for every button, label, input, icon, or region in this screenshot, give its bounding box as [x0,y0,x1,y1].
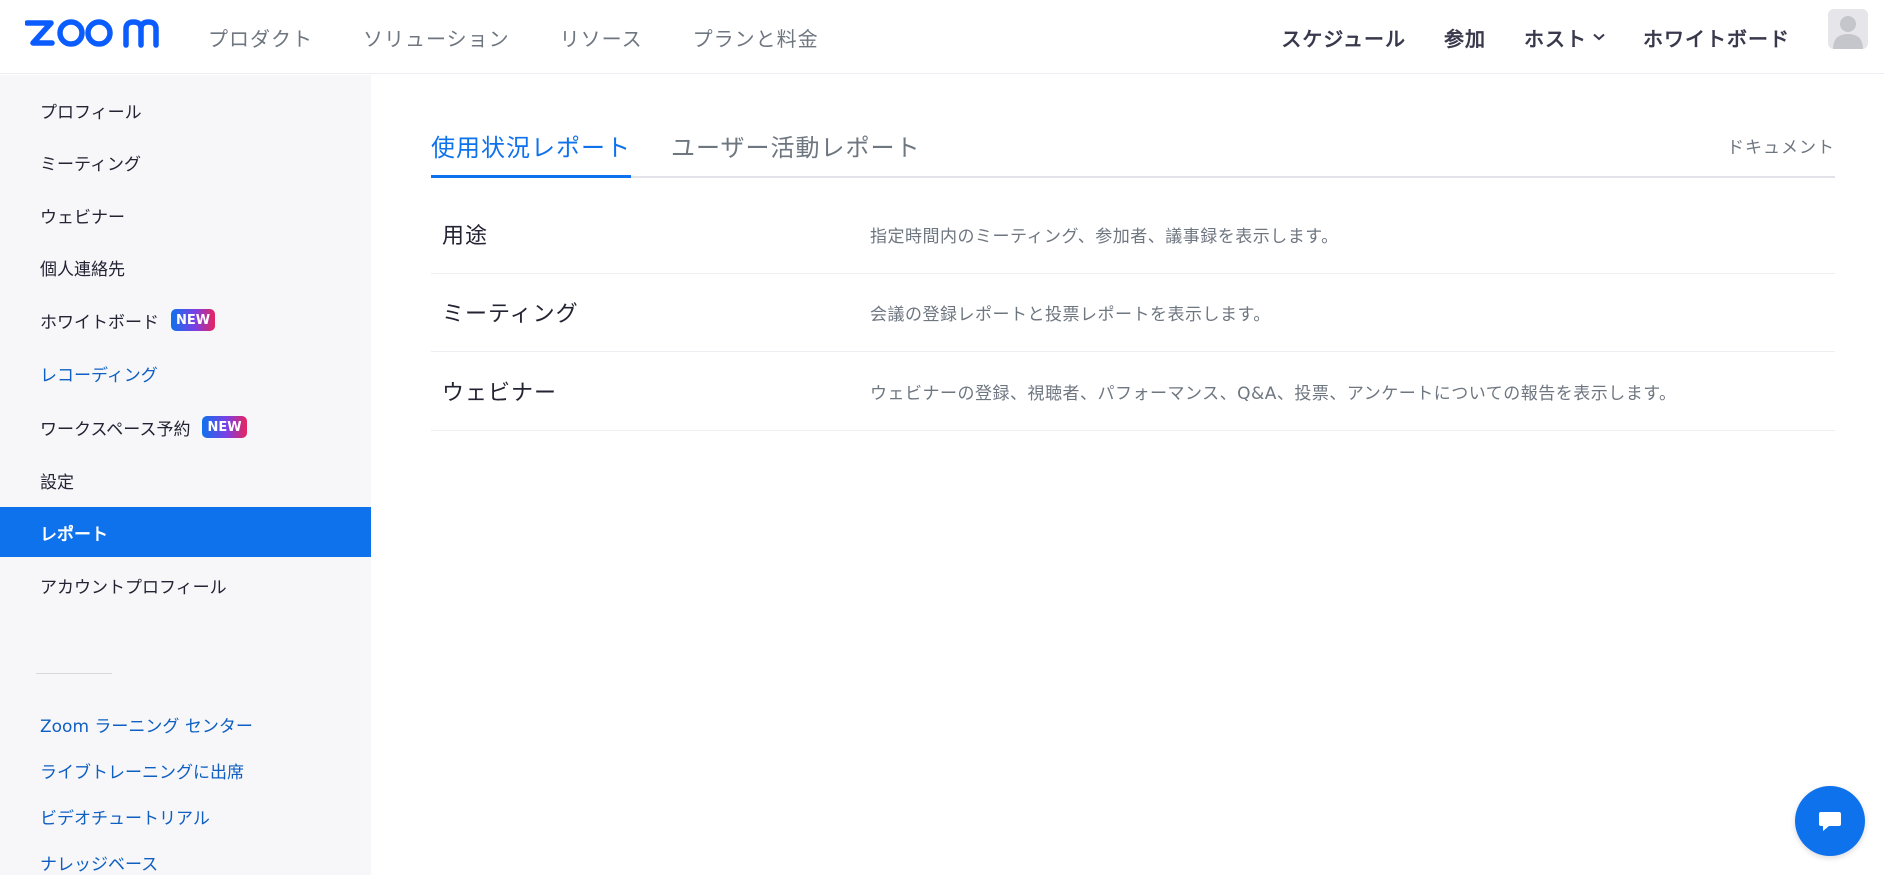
top-header: プロダクト ソリューション リソース プランと料金 スケジュール 参加 ホスト … [0,0,1884,74]
report-link-meetings[interactable]: ミーティング [442,296,579,328]
chat-bubble-icon [1819,812,1841,831]
sidebar-item-meetings[interactable]: ミーティング [0,137,371,187]
nav-join-label: 参加 [1444,26,1486,51]
sidebar: プロフィール ミーティング ウェビナー 個人連絡先 ホワイトボード NEW レコ… [0,75,371,875]
user-avatar-icon [1828,9,1868,49]
report-description: 指定時間内のミーティング、参加者、議事録を表示します。 [870,227,1339,247]
tab-label: ユーザー活動レポート [671,134,921,162]
report-description: 会議の登録レポートと投票レポートを表示します。 [870,305,1271,325]
nav-product[interactable]: プロダクト [208,23,313,52]
sidebar-item-profile[interactable]: プロフィール [0,85,371,135]
sidebar-divider [36,673,112,674]
sidebar-item-webinars[interactable]: ウェビナー [0,190,371,240]
link-learning-center[interactable]: Zoom ラーニング センター [40,712,253,737]
link-live-training[interactable]: ライブトレーニングに出席 [40,758,244,783]
sidebar-item-whiteboard[interactable]: ホワイトボード NEW [0,295,371,345]
zoom-logo[interactable] [25,14,163,52]
nav-host[interactable]: ホスト [1524,23,1605,52]
sidebar-item-label: 個人連絡先 [40,259,125,280]
secondary-nav: スケジュール 参加 ホスト ホワイトボード [1281,0,1790,74]
sidebar-item-label: ワークスペース予約 [40,419,191,440]
nav-host-label: ホスト [1524,26,1587,51]
tab-usage-reports[interactable]: 使用状況レポート [431,128,631,178]
chevron-down-icon [1593,33,1605,41]
user-avatar[interactable] [1828,9,1868,49]
nav-pricing[interactable]: プランと料金 [693,23,819,52]
report-description: ウェビナーの登録、視聴者、パフォーマンス、Q&A、投票、アンケートについての報告… [870,384,1677,404]
nav-whiteboard[interactable]: ホワイトボード [1643,23,1790,52]
chat-button[interactable] [1795,786,1865,856]
link-video-tutorials[interactable]: ビデオチュートリアル [40,804,210,829]
sidebar-item-label: ミーティング [40,154,141,175]
report-link-usage[interactable]: 用途 [442,218,488,250]
nav-schedule[interactable]: スケジュール [1281,23,1406,52]
nav-whiteboard-label: ホワイトボード [1643,26,1790,51]
link-knowledge-base[interactable]: ナレッジベース [40,850,158,875]
sidebar-item-workspace-reservation[interactable]: ワークスペース予約 NEW [0,402,371,452]
report-row-usage: 用途 指定時間内のミーティング、参加者、議事録を表示します。 [431,196,1835,274]
sidebar-item-reports[interactable]: レポート [0,507,371,557]
sidebar-item-settings[interactable]: 設定 [0,455,371,505]
zoom-logo-icon [25,19,159,48]
report-link-webinars[interactable]: ウェビナー [442,375,557,407]
sidebar-item-label: プロフィール [40,102,142,123]
nav-schedule-label: スケジュール [1281,26,1406,51]
sidebar-item-recordings[interactable]: レコーディング [0,348,371,398]
sidebar-item-label: アカウントプロフィール [40,577,227,598]
nav-join[interactable]: 参加 [1444,23,1486,52]
tab-user-activity-reports[interactable]: ユーザー活動レポート [671,128,921,178]
documentation-link[interactable]: ドキュメント [1727,133,1835,158]
report-tabs: 使用状況レポート ユーザー活動レポート [431,128,1835,178]
sidebar-item-account-profile[interactable]: アカウントプロフィール [0,560,371,610]
sidebar-item-label: ウェビナー [40,207,125,228]
nav-resources[interactable]: リソース [560,23,643,52]
new-badge: NEW [202,416,247,438]
sidebar-item-label: 設定 [40,472,74,493]
sidebar-item-label: ホワイトボード [40,312,159,333]
primary-nav: プロダクト ソリューション リソース プランと料金 [208,0,819,74]
sidebar-item-label: レポート [40,524,108,545]
report-row-meetings: ミーティング 会議の登録レポートと投票レポートを表示します。 [431,274,1835,352]
sidebar-item-label: レコーディング [40,365,158,386]
new-badge: NEW [171,309,216,331]
sidebar-item-contacts[interactable]: 個人連絡先 [0,242,371,292]
tab-label: 使用状況レポート [431,134,631,162]
nav-solutions[interactable]: ソリューション [363,23,510,52]
report-row-webinars: ウェビナー ウェビナーの登録、視聴者、パフォーマンス、Q&A、投票、アンケートに… [431,353,1835,431]
